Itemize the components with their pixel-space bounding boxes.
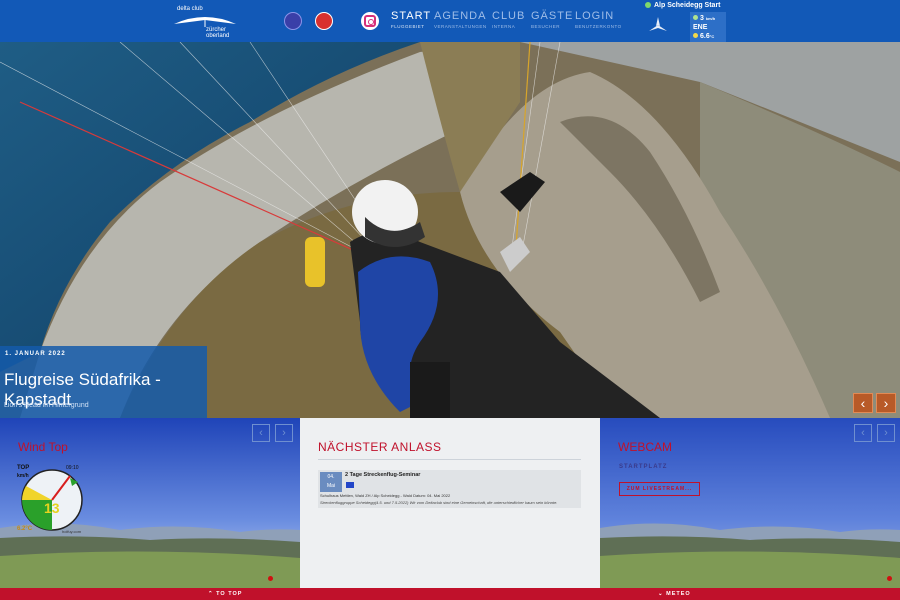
nav-sublabel: INTERNA [492,24,516,29]
wind-gauge-temp: 6.2°C [17,526,33,532]
event-tag-icon [346,482,354,488]
meteo-label: METEO [666,591,691,597]
webcam-title: WEBCAM [618,440,672,454]
nav-label: CLUB [492,10,526,22]
temp-dot-icon [693,33,698,38]
slider-next-button[interactable]: › [876,393,896,413]
panel-prev-button[interactable]: ‹ [252,424,270,442]
to-top-link[interactable]: ⌃ TO TOP [208,591,242,597]
livestream-button[interactable]: ZUM LIVESTREAM... [619,482,700,496]
status-dot-icon [645,2,651,9]
wind-gauge-value: 13 [44,500,60,516]
partner-badge-icon[interactable] [284,12,302,30]
wind-top-title: Wind Top [18,440,68,454]
nav-label: GÄSTE [531,10,574,22]
weather-station-name[interactable]: Alp Scheidegg Start [645,2,721,9]
event-meta: Schulhaus Mettlen, Wald ZH / Alp Scheide… [320,493,451,498]
divider [318,459,581,460]
slide-subtitle: Lion's Head im Hintergrund [4,402,89,409]
live-indicator-icon [887,576,892,581]
temperature-unit: °C [709,34,715,39]
wind-speed-unit: km/h [705,16,716,21]
nav-label: AGENDA [434,10,487,22]
nav-sublabel: BESUCHER [531,24,561,29]
nav-label: START [391,10,432,22]
nav-club[interactable]: CLUB INTERNA [492,10,525,29]
club-logo[interactable]: delta club zürcher oberland [172,4,238,40]
meteo-link[interactable]: ⌄ METEO [658,591,691,597]
webcam-subtitle: STARTPLATZ [619,464,668,470]
rescue-badge-icon[interactable] [315,12,333,30]
nav-agenda[interactable]: AGENDA VERANSTALTUNGEN [434,10,487,29]
temperature: 6.6 [700,33,710,40]
wind-gauge-source: holfuy.com [62,529,82,534]
wind-top-panel: Wind Top ‹ › TOP km/h 09:10 13 6.2°C hol… [0,418,300,588]
status-dot-icon [693,15,698,20]
nav-sublabel: VERANSTALTUNGEN [434,24,487,29]
next-event-panel: NÄCHSTER ANLASS 04. Mai 2 Tage Streckenf… [300,418,600,588]
slider-prev-button[interactable]: ‹ [853,393,873,413]
next-event-title: NÄCHSTER ANLASS [318,440,442,454]
wind-readout: 3 km/h ENE 6.6°C [690,12,726,42]
station-name: Alp Scheidegg Start [654,2,721,9]
calendar-icon: 04. Mai [320,472,342,492]
nav-start[interactable]: START FLUGGEBIET [391,10,431,29]
wind-speed: 3 [700,15,704,22]
wind-direction: ENE [693,24,708,31]
slide-date: 1. JANUAR 2022 [5,351,66,357]
webcam-panel: WEBCAM ‹ › STARTPLATZ ZUM LIVESTREAM... [600,418,900,588]
header: delta club zürcher oberland START FLUGGE… [0,0,900,42]
footer-bar: ⌃ TO TOP ⌄ METEO [0,588,900,600]
nav-sublabel: FLUGGEBIET [391,24,425,29]
panel-next-button[interactable]: › [275,424,293,442]
to-top-label: TO TOP [216,591,243,597]
panel-prev-button[interactable]: ‹ [854,424,872,442]
live-indicator-icon [268,576,273,581]
calendar-month: Mai [326,483,336,489]
nav-gaeste[interactable]: GÄSTE BESUCHER [531,10,573,29]
nav-label: LOGIN [575,10,615,22]
nav-sublabel: BENUTZERKONTO [575,24,622,29]
panel-next-button[interactable]: › [877,424,895,442]
logo-line-2: zürcher oberland [206,27,230,39]
calendar-day: 04. [327,474,335,480]
hang-glider-icon [174,17,236,27]
nav-login[interactable]: LOGIN BENUTZERKONTO [575,10,622,29]
slide-caption[interactable]: 1. JANUAR 2022 Flugreise Südafrika - Kap… [0,346,207,418]
wind-direction-icon [649,17,667,31]
event-title[interactable]: 2 Tage Streckenflug-Seminar [345,472,420,478]
instagram-icon[interactable] [361,12,379,30]
event-description: Streckenfluggruppe Scheidegg(4.5. und 7.… [320,500,558,505]
